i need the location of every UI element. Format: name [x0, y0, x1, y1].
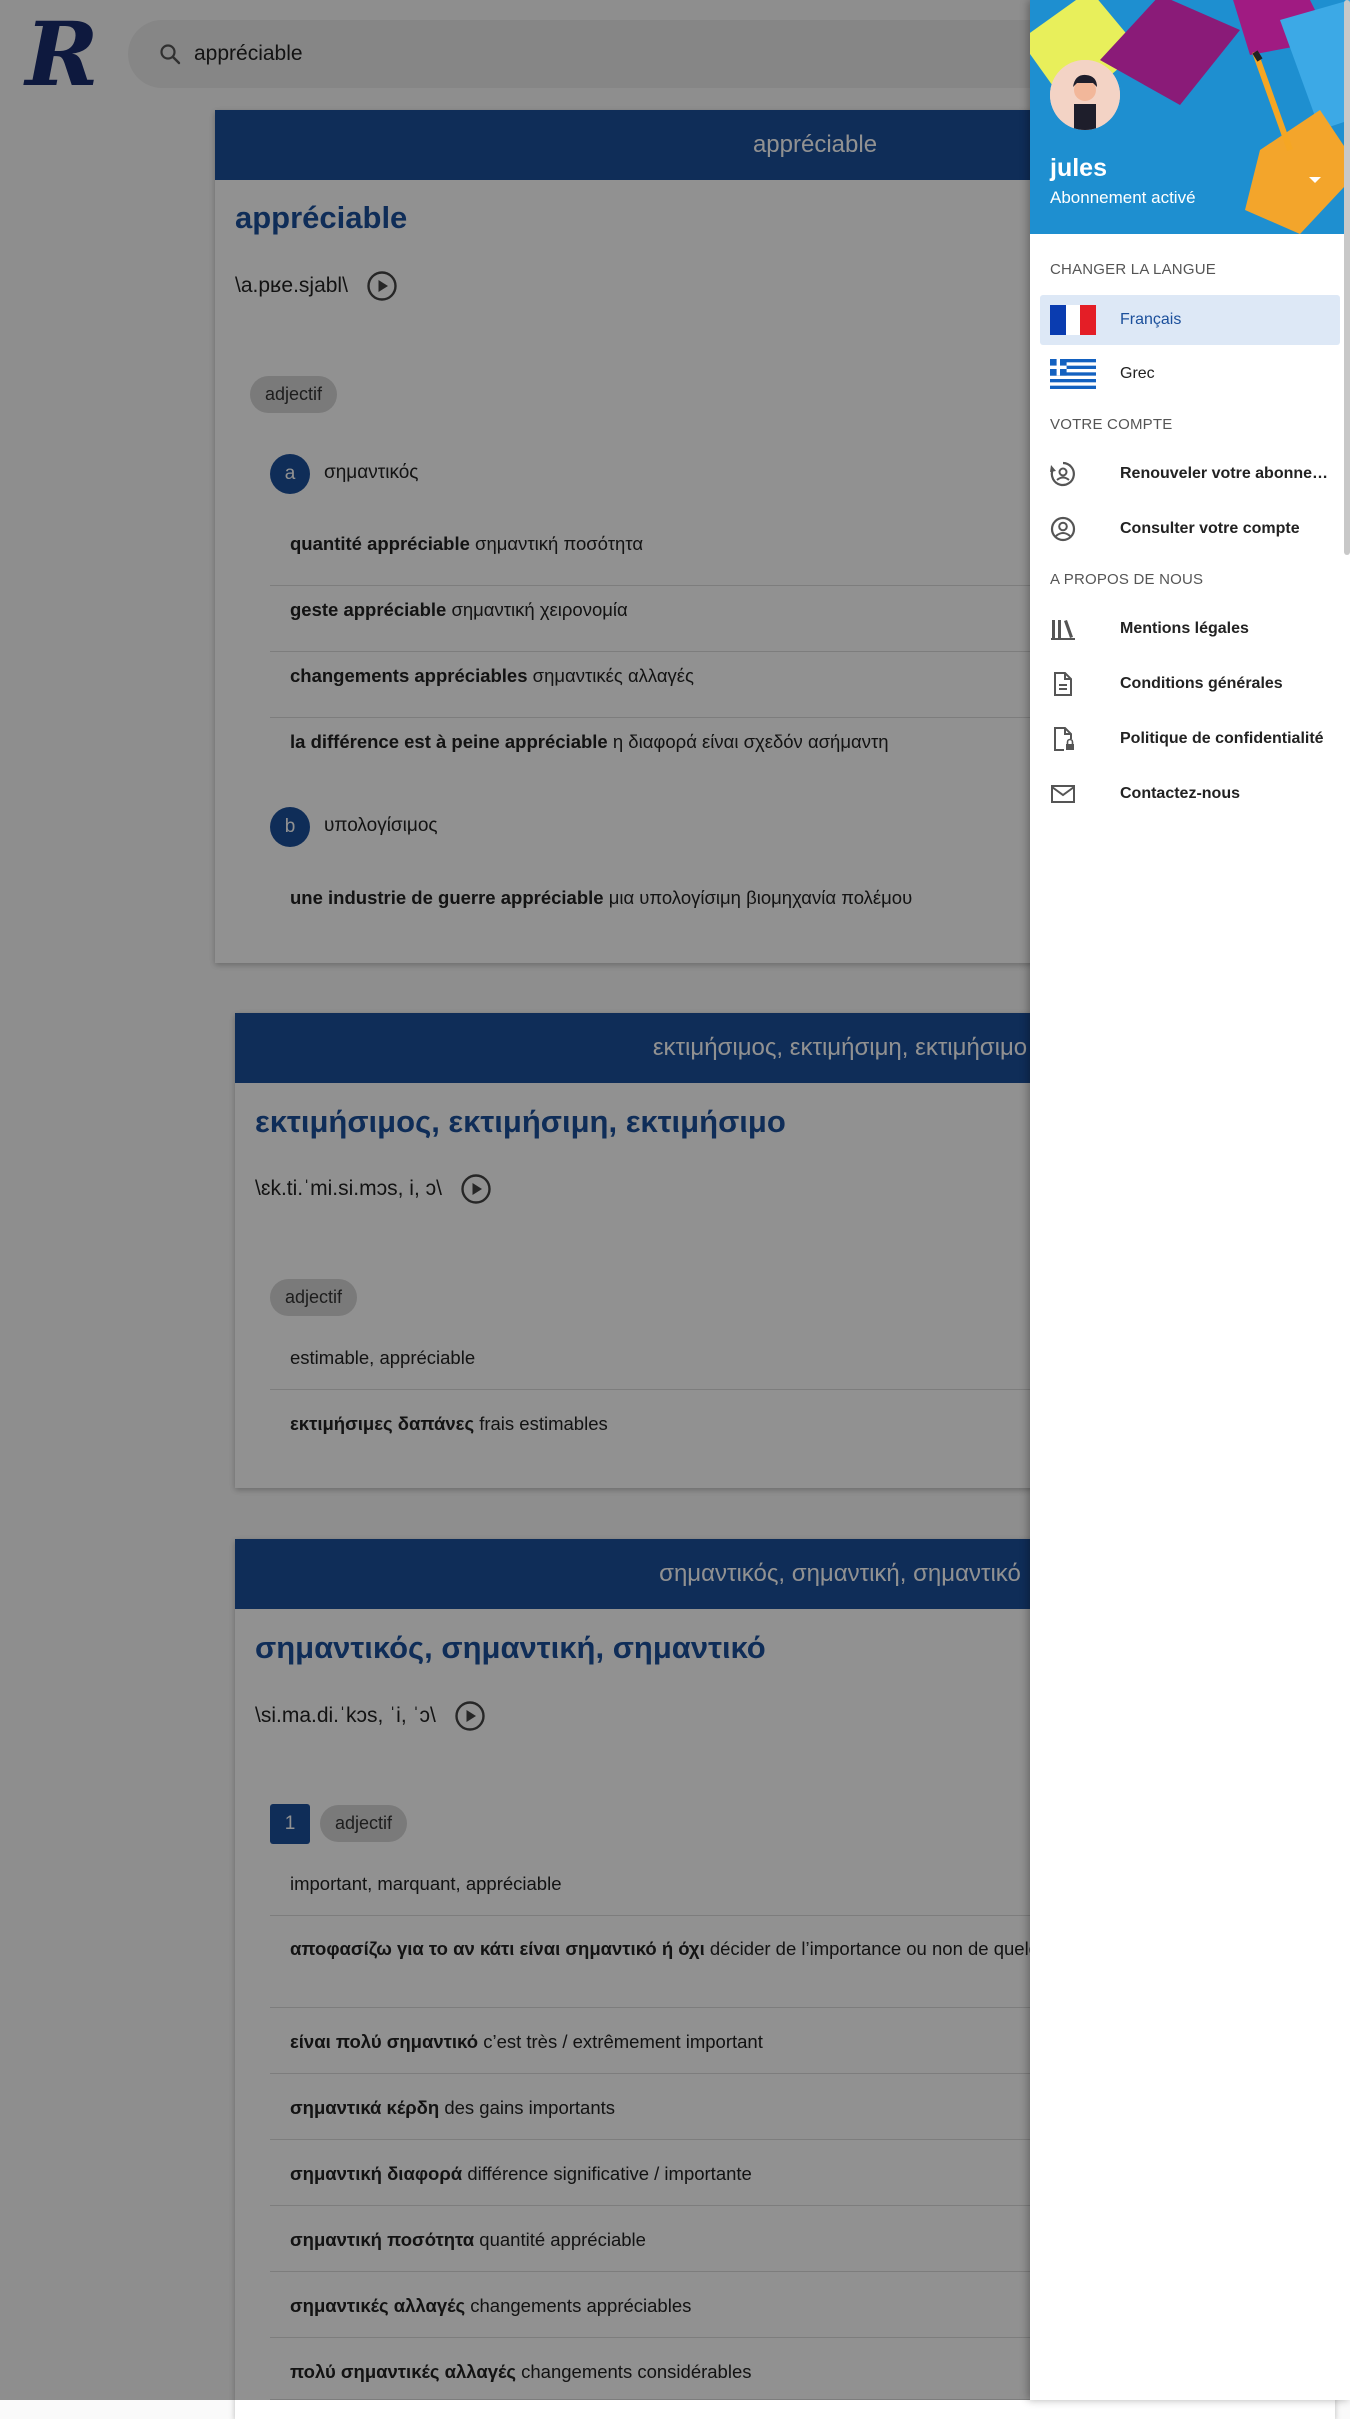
avatar-illustration [1050, 60, 1120, 130]
language-label: Français [1120, 311, 1182, 328]
menu-item-legal-notice[interactable]: Mentions légales [1040, 604, 1340, 654]
section-title-account: VOTRE COMPTE [1050, 416, 1173, 433]
menu-item-privacy-policy[interactable]: Politique de confidentialité [1040, 714, 1340, 764]
menu-item-label: Renouveler votre abonnement [1120, 465, 1330, 482]
library-books-icon [1050, 616, 1076, 642]
navigation-drawer: jules Abonnement activé CHANGER LA LANGU… [1030, 0, 1350, 2400]
document-lock-icon [1050, 726, 1076, 752]
menu-item-label: Mentions légales [1120, 620, 1249, 637]
drawer-header: jules Abonnement activé [1030, 0, 1350, 234]
language-item-francais[interactable]: Français [1040, 295, 1340, 345]
menu-item-label: Politique de confidentialité [1120, 730, 1324, 747]
section-title-about: A PROPOS DE NOUS [1050, 571, 1204, 588]
menu-item-contact[interactable]: Contactez-nous [1040, 769, 1340, 819]
menu-item-label: Contactez-nous [1120, 785, 1240, 802]
account-dropdown-icon[interactable] [1305, 170, 1325, 190]
french-flag-icon [1050, 305, 1096, 335]
document-icon [1050, 671, 1076, 697]
menu-item-label: Consulter votre compte [1120, 520, 1300, 537]
subscription-status: Abonnement activé [1050, 188, 1196, 207]
menu-item-view-account[interactable]: Consulter votre compte [1040, 504, 1340, 554]
user-avatar[interactable] [1050, 60, 1120, 130]
mail-icon [1050, 781, 1076, 807]
greek-flag-icon [1050, 359, 1096, 389]
language-item-grec[interactable]: Grec [1040, 349, 1340, 399]
user-name: jules [1050, 154, 1107, 182]
menu-item-label: Conditions générales [1120, 675, 1283, 692]
account-circle-icon [1050, 516, 1076, 542]
renew-account-icon [1050, 461, 1076, 487]
menu-item-terms[interactable]: Conditions générales [1040, 659, 1340, 709]
drawer-scrollbar[interactable] [1344, 0, 1350, 555]
language-label: Grec [1120, 365, 1155, 382]
menu-item-renew-subscription[interactable]: Renouveler votre abonnement [1040, 449, 1340, 499]
section-title-language: CHANGER LA LANGUE [1050, 261, 1216, 278]
